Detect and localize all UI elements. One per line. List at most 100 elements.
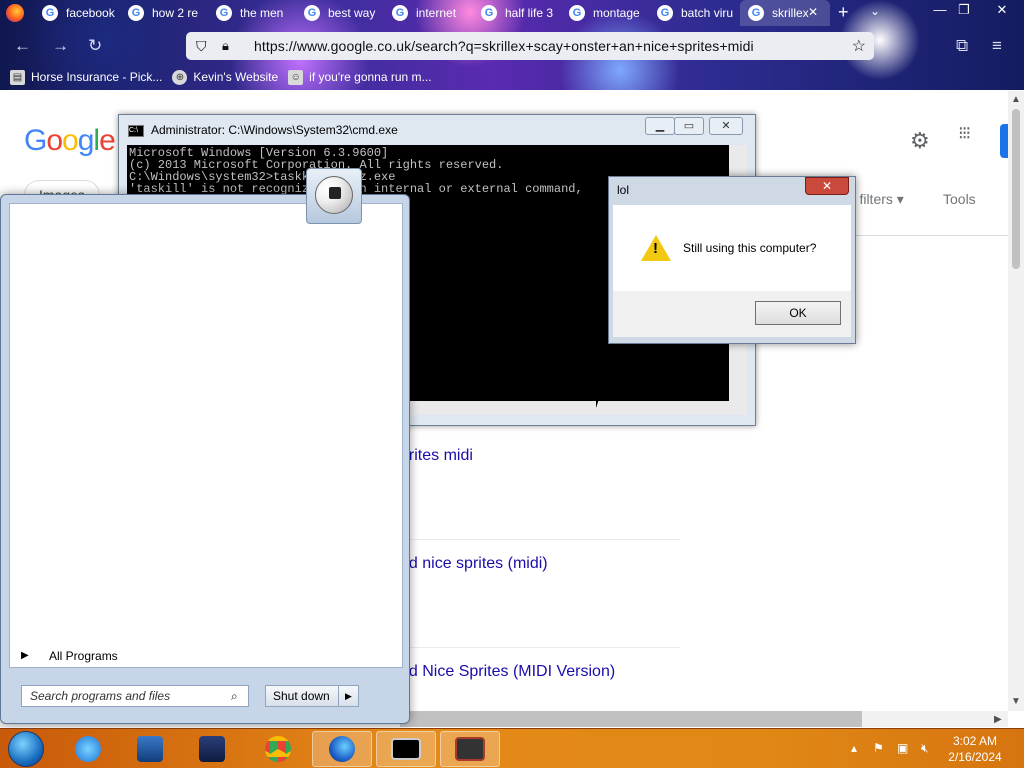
action-center-flag-icon[interactable]: ⚑ — [873, 741, 884, 755]
result-link[interactable]: prites midi — [400, 447, 473, 465]
start-button[interactable] — [8, 731, 44, 767]
close-icon[interactable]: ✕ — [992, 2, 1012, 18]
url-text[interactable]: https://www.google.co.uk/search?q=skrill… — [254, 38, 754, 54]
tab-label: the men — [240, 6, 284, 20]
message-dialog: lol ✕ ! Still using this computer? OK — [608, 176, 856, 344]
cmd-icon: C:\ — [128, 125, 144, 137]
scroll-up-icon[interactable]: ▲ — [1011, 94, 1021, 105]
minimize-button[interactable]: ▁ — [645, 117, 675, 135]
google-apps-icon[interactable]: ⁝⁝⁝ — [958, 124, 978, 142]
scrollbar-thumb[interactable] — [1012, 109, 1020, 269]
dialog-message: Still using this computer? — [683, 241, 817, 255]
clock[interactable]: 3:02 AM 2/16/2024 — [944, 733, 1006, 765]
clock-date: 2/16/2024 — [948, 750, 1002, 764]
vertical-scrollbar[interactable] — [1008, 91, 1024, 711]
forward-icon[interactable]: → — [52, 36, 69, 56]
bookmarks-toolbar: ▤ Horse Insurance - Pick... ⊕ Kevin's Webs… — [0, 66, 1024, 88]
firefox-icon[interactable] — [312, 731, 372, 767]
google-favicon-icon: G — [748, 5, 764, 21]
firefox-menu-icon[interactable] — [6, 4, 24, 22]
google-favicon-icon: G — [392, 5, 408, 21]
show-hidden-icons-icon[interactable]: ▴ — [851, 741, 857, 755]
warning-exclamation: ! — [653, 240, 658, 257]
app-icon[interactable] — [440, 731, 500, 767]
extensions-icon[interactable]: ⧉ — [956, 36, 968, 56]
mouse-cursor-icon — [596, 390, 602, 408]
tab-internet[interactable]: Ginternet — [384, 0, 472, 26]
shield-icon[interactable]: ⛉ — [196, 38, 210, 55]
google-favicon-icon: G — [481, 5, 497, 21]
tab-how-2[interactable]: Ghow 2 re — [120, 0, 208, 26]
media-player-icon[interactable] — [182, 731, 242, 767]
result-divider — [408, 539, 680, 540]
network-icon[interactable]: ▣ — [897, 741, 908, 755]
tab-label: facebook — [66, 6, 115, 20]
tab-label: montage — [593, 6, 640, 20]
volume-muted-icon[interactable]: 🔇︎ — [921, 741, 929, 756]
ok-button[interactable]: OK — [755, 301, 841, 325]
all-programs-item[interactable]: All Programs — [49, 649, 118, 663]
tab-batch-virus[interactable]: Gbatch viru — [649, 0, 737, 26]
tab-half-life[interactable]: Ghalf life 3 — [473, 0, 561, 26]
maximize-button[interactable]: ▭ — [674, 117, 704, 135]
tab-label: half life 3 — [505, 6, 554, 20]
cmd-icon[interactable] — [376, 731, 436, 767]
tab-facebook[interactable]: Gfacebook — [34, 0, 120, 26]
settings-gear-icon[interactable]: ⚙ — [910, 128, 930, 154]
google-favicon-icon: G — [42, 5, 58, 21]
chrome-icon[interactable] — [248, 731, 308, 767]
bookmark-page-icon: ▤ — [10, 69, 25, 85]
address-bar[interactable]: ⛉ 🔒︎ https://www.google.co.uk/search?q=s… — [186, 32, 874, 60]
scroll-down-icon[interactable]: ▼ — [1011, 696, 1021, 707]
tab-label: batch viru — [681, 6, 734, 20]
start-search-input[interactable]: Search programs and files — [21, 685, 249, 707]
tab-the-men[interactable]: Gthe men — [208, 0, 296, 26]
internet-explorer-icon[interactable] — [58, 731, 118, 767]
shutdown-options-icon[interactable]: ▶ — [338, 686, 358, 706]
bookmark-label: if you're gonna run m... — [309, 70, 432, 84]
expand-arrow-icon: ▶ — [21, 650, 29, 661]
shutdown-button[interactable]: Shut down ▶ — [265, 685, 359, 707]
close-button[interactable]: ✕ — [709, 117, 743, 135]
minimize-icon[interactable]: — — [930, 2, 950, 17]
result-link[interactable]: nd nice sprites (midi) — [400, 555, 548, 573]
explorer-icon[interactable] — [120, 731, 180, 767]
reload-icon[interactable]: ↻ — [88, 36, 102, 56]
search-icon[interactable]: ⌕ — [231, 689, 238, 704]
sign-in-button[interactable] — [1000, 124, 1008, 158]
tab-label: internet — [416, 6, 457, 20]
dialog-close-button[interactable]: ✕ — [805, 177, 849, 195]
back-icon[interactable]: ← — [14, 36, 31, 56]
lock-icon[interactable]: 🔒︎ — [222, 38, 236, 54]
google-favicon-icon: G — [128, 5, 144, 21]
cmd-title: Administrator: C:\Windows\System32\cmd.e… — [151, 123, 398, 137]
maximize-icon[interactable]: ❐ — [954, 2, 974, 18]
tab-label: skrillex — [772, 6, 809, 20]
new-tab-icon[interactable]: + — [838, 2, 849, 23]
tab-montage[interactable]: Gmontage — [561, 0, 649, 26]
bookmark-kevins-website[interactable]: ⊕ Kevin's Website — [172, 69, 278, 85]
start-menu: ▶ All Programs Search programs and files… — [0, 194, 410, 724]
list-tabs-icon[interactable]: ⌄ — [870, 4, 880, 18]
bookmark-gonna-run[interactable]: ☺ if you're gonna run m... — [288, 69, 432, 85]
result-link[interactable]: nd Nice Sprites (MIDI Version) — [400, 663, 615, 681]
programs-list — [9, 203, 403, 668]
close-tab-icon[interactable]: ✕ — [808, 5, 818, 19]
menu-icon[interactable]: ≡ — [992, 36, 1002, 56]
tab-best-way[interactable]: Gbest way — [296, 0, 384, 26]
scrollbar-thumb[interactable] — [400, 711, 862, 727]
bookmark-star-icon[interactable]: ☆ — [852, 36, 866, 56]
scroll-right-icon[interactable]: ▶ — [994, 714, 1002, 725]
dialog-title: lol — [617, 183, 630, 197]
bookmark-horse-insurance[interactable]: ▤ Horse Insurance - Pick... — [10, 69, 162, 85]
google-favicon-icon: G — [216, 5, 232, 21]
tab-label: how 2 re — [152, 6, 199, 20]
tools-button[interactable]: Tools — [943, 191, 976, 207]
clock-time: 3:02 AM — [952, 734, 998, 748]
google-logo[interactable]: Google — [24, 124, 116, 158]
google-favicon-icon: G — [569, 5, 585, 21]
dialog-body: ! Still using this computer? — [613, 205, 851, 291]
taskbar: ▴ ⚑ ▣ 🔇︎ 3:02 AM 2/16/2024 — [0, 728, 1024, 768]
user-picture-soccer-ball[interactable] — [306, 168, 362, 224]
soccer-ball-patch — [329, 187, 341, 199]
